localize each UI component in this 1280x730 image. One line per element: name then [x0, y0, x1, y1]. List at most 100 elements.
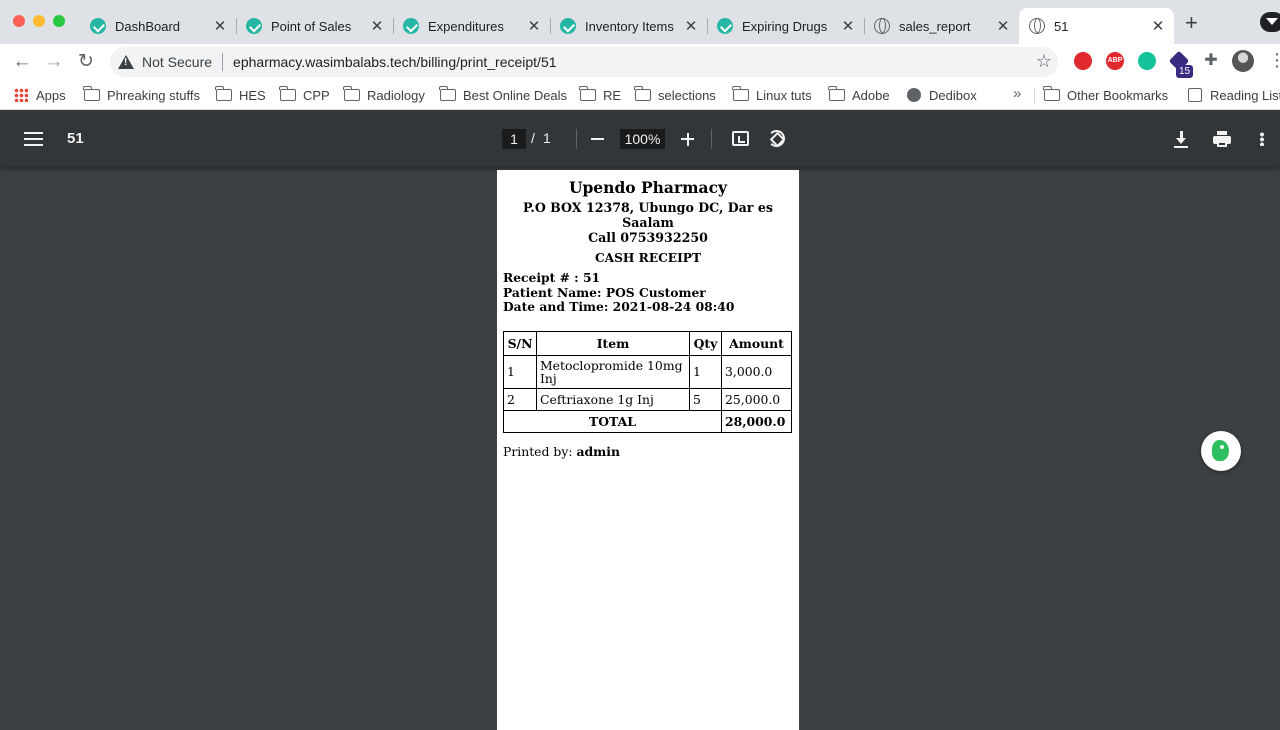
bookmark-label: CPP [303, 87, 330, 103]
bookmark-adobe[interactable]: Adobe [828, 85, 890, 105]
page-number-input[interactable]: 1 [502, 129, 526, 149]
cell-item: Metoclopromide 10mg Inj [536, 354, 690, 389]
bookmark-best-online-deals[interactable]: Best Online Deals [439, 85, 567, 105]
reload-button[interactable]: ↻ [74, 50, 98, 74]
print-icon[interactable] [1213, 131, 1231, 147]
bookmark-dedibox[interactable]: Dedibox [907, 85, 977, 105]
tab-receipt-51[interactable]: 51 ✕ [1019, 8, 1174, 44]
puzzle-extensions-icon[interactable]: ✚ [1202, 52, 1220, 70]
zoom-out-icon[interactable] [591, 138, 604, 140]
rotate-icon[interactable] [768, 130, 785, 147]
new-tab-button[interactable]: + [1185, 12, 1198, 34]
star-icon[interactable]: ☆ [1036, 51, 1052, 72]
close-icon[interactable]: ✕ [683, 17, 699, 35]
teal-logo-icon [403, 18, 419, 34]
tab-sales-report[interactable]: sales_report ✕ [864, 8, 1019, 44]
tab-dashboard[interactable]: DashBoard ✕ [80, 8, 237, 44]
profile-avatar[interactable] [1232, 50, 1254, 72]
tab-point-of-sales[interactable]: Point of Sales ✕ [236, 8, 394, 44]
close-icon[interactable]: ✕ [526, 17, 542, 35]
more-options-icon[interactable] [1260, 132, 1264, 146]
folder-icon [634, 86, 651, 101]
folder-icon [732, 86, 749, 101]
bookmark-phreaking-stuffs[interactable]: Phreaking stuffs [83, 85, 200, 105]
folder-icon [343, 86, 360, 101]
bookmark-label: Phreaking stuffs [107, 87, 200, 103]
zoom-level-input[interactable]: 100% [620, 129, 665, 149]
receipt-number: Receipt # : 51 [503, 270, 601, 285]
cell-amount: 25,000.0 [721, 387, 792, 411]
column-header-amount: Amount [721, 330, 792, 356]
evernote-icon[interactable] [1201, 431, 1241, 471]
globe-icon [1029, 18, 1045, 34]
back-button[interactable]: ← [10, 50, 34, 74]
folder-icon [579, 86, 596, 101]
address-bar[interactable]: Not Secure epharmacy.wasimbalabs.tech/bi… [110, 47, 1058, 77]
cell-qty: 1 [689, 354, 722, 389]
globe-icon [907, 88, 921, 102]
bookmark-selections[interactable]: selections [634, 85, 716, 105]
tab-label: sales_report [899, 18, 971, 34]
window-close-button[interactable] [13, 15, 25, 27]
menu-icon[interactable] [24, 132, 43, 146]
cell-qty: 5 [689, 387, 722, 411]
tab-label: Expiring Drugs [742, 18, 828, 34]
reading-list-button[interactable]: Reading List [1188, 85, 1280, 105]
bookmark-linux-tuts[interactable]: Linux tuts [732, 85, 812, 105]
bookmark-label: Reading List [1210, 87, 1280, 103]
reading-list-icon [1188, 88, 1202, 102]
close-icon[interactable]: ✕ [995, 17, 1011, 35]
items-table: S/N Item Qty Amount 1 Metoclopromide 10m… [503, 330, 792, 433]
printed-by-label: Printed by: [503, 443, 573, 459]
bookmark-cpp[interactable]: CPP [279, 85, 330, 105]
folder-icon [439, 86, 456, 101]
window-maximize-button[interactable] [53, 15, 65, 27]
column-header-qty: Qty [689, 330, 722, 356]
bookmark-hes[interactable]: HES [215, 85, 266, 105]
window-minimize-button[interactable] [33, 15, 45, 27]
download-icon[interactable] [1174, 131, 1188, 148]
close-icon[interactable]: ✕ [369, 17, 385, 35]
tab-expenditures[interactable]: Expenditures ✕ [393, 8, 551, 44]
zoom-in-icon[interactable] [681, 132, 694, 146]
bookmark-label: Adobe [852, 87, 890, 103]
extension-badge: 15 [1176, 65, 1194, 78]
more-bookmarks-button[interactable]: » [1013, 85, 1021, 102]
patient-name: Patient Name: POS Customer [503, 284, 706, 300]
bookmark-label: selections [658, 87, 716, 103]
bookmark-radiology[interactable]: Radiology [343, 85, 425, 105]
pharmacy-address: P.O BOX 12378, Ubungo DC, Dar es Saalam [523, 200, 773, 230]
apps-grid-icon [14, 88, 28, 102]
bookmark-re[interactable]: RE [579, 85, 621, 105]
cell-amount: 3,000.0 [721, 354, 792, 389]
adblock-extension-icon[interactable] [1074, 52, 1092, 70]
table-header-row: S/N Item Qty Amount [503, 330, 792, 356]
bookmark-label: Other Bookmarks [1067, 87, 1169, 103]
url-text[interactable]: epharmacy.wasimbalabs.tech/billing/print… [233, 54, 556, 70]
grammarly-extension-icon[interactable] [1138, 52, 1156, 70]
abp-extension-icon[interactable]: ABP [1106, 52, 1124, 70]
bookmarks-bar: Apps Phreaking stuffs HES CPP Radiology … [0, 80, 1280, 110]
receipt-page: Upendo Pharmacy P.O BOX 12378, Ubungo DC… [497, 170, 799, 730]
forward-button[interactable]: → [42, 50, 66, 74]
tab-label: 51 [1054, 18, 1069, 34]
bookmark-apps[interactable]: Apps [14, 85, 66, 105]
fit-to-page-icon[interactable] [732, 131, 749, 146]
table-row: 2 Ceftriaxone 1g Inj 5 25,000.0 [503, 387, 792, 411]
tab-inventory-items[interactable]: Inventory Items ✕ [550, 8, 708, 44]
folder-icon [215, 86, 232, 101]
bookmark-other-bookmarks[interactable]: Other Bookmarks [1043, 85, 1169, 105]
browser-menu-icon[interactable]: ⋮ [1268, 50, 1280, 71]
security-label[interactable]: Not Secure [142, 54, 212, 70]
receipt-datetime: Date and Time: 2021-08-24 08:40 [503, 299, 735, 315]
folder-icon [279, 86, 296, 101]
printed-by-user: admin [576, 443, 620, 459]
tab-expiring-drugs[interactable]: Expiring Drugs ✕ [707, 8, 865, 44]
bookmark-label: Apps [36, 87, 66, 103]
close-icon[interactable]: ✕ [212, 17, 228, 35]
close-icon[interactable]: ✕ [1150, 17, 1166, 35]
bookmark-label: Linux tuts [756, 87, 812, 103]
warning-icon[interactable] [118, 54, 134, 70]
page-separator: / [531, 130, 535, 146]
close-icon[interactable]: ✕ [840, 17, 856, 35]
